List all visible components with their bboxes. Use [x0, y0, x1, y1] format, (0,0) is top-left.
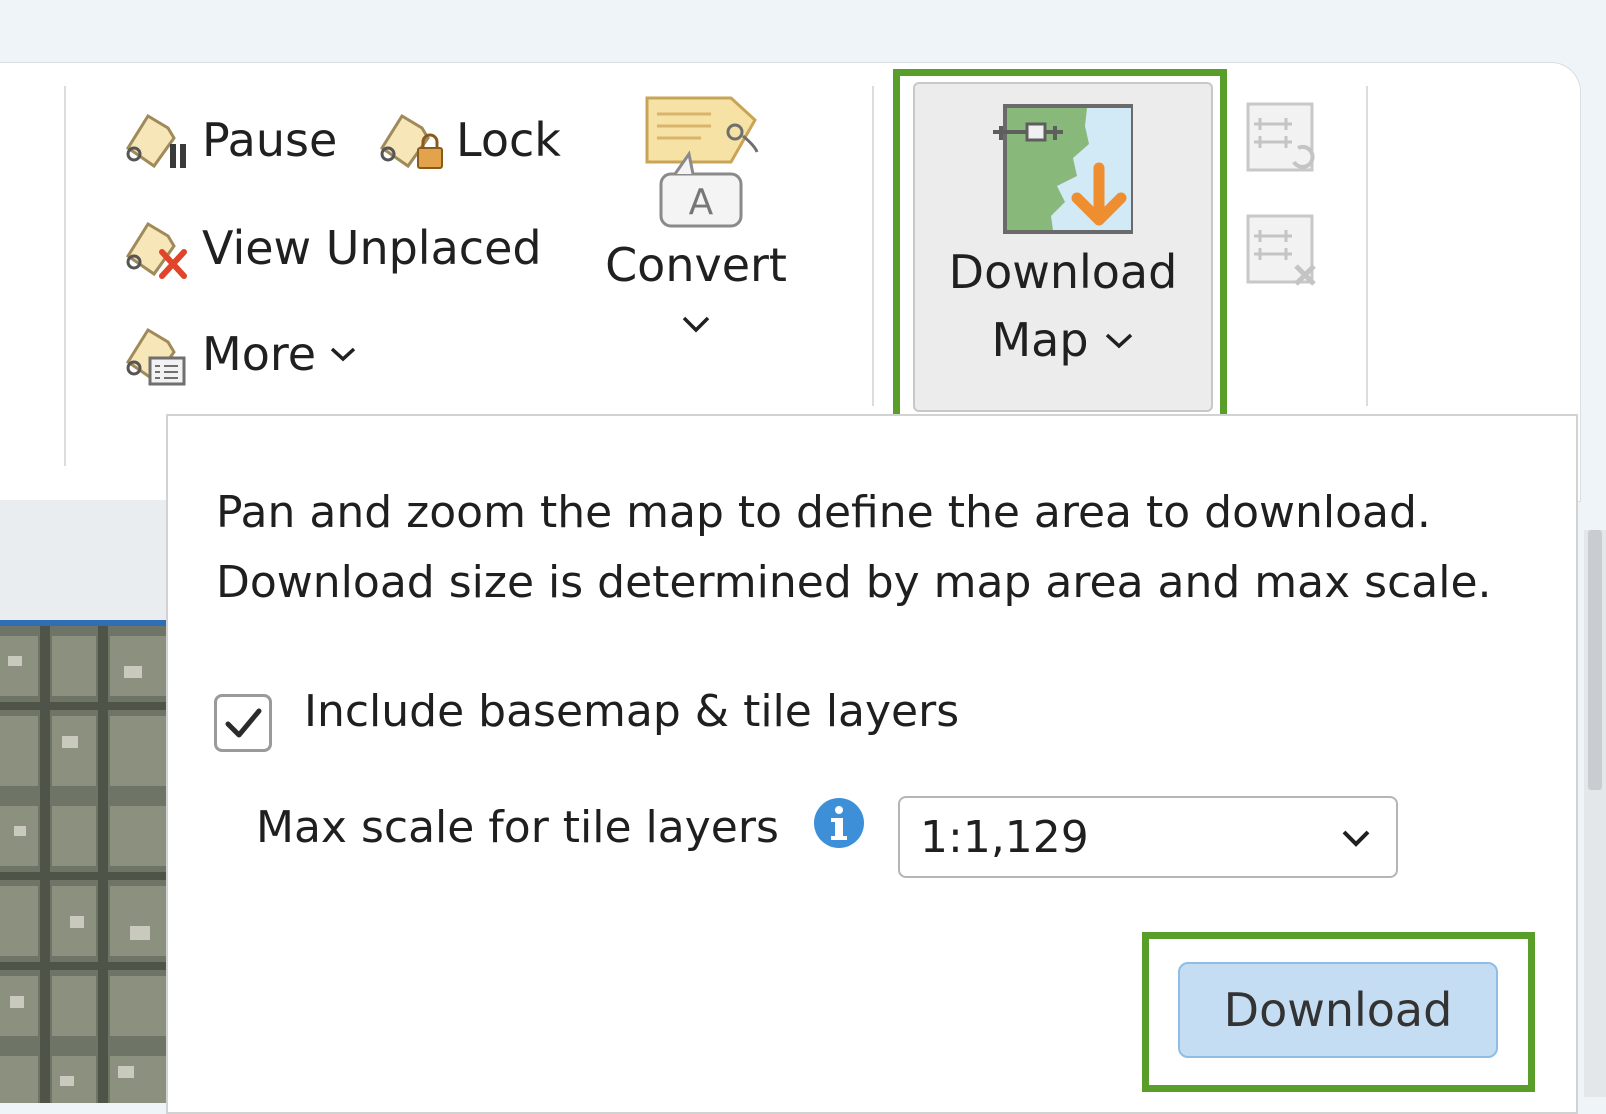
- pause-labeling-button[interactable]: Pause: [120, 108, 337, 172]
- remove-offline-map-icon[interactable]: [1244, 212, 1320, 288]
- download-map-popup: Pan and zoom the map to define the area …: [166, 414, 1578, 1114]
- pause-label: Pause: [202, 113, 338, 167]
- download-map-label-line2: Map: [991, 313, 1089, 367]
- chevron-down-icon: [1342, 830, 1370, 847]
- checkmark-icon: [225, 708, 262, 738]
- view-unplaced-button[interactable]: View Unplaced: [120, 216, 542, 280]
- scrollbar-thumb[interactable]: [1588, 530, 1602, 790]
- popup-description: Pan and zoom the map to define the area …: [216, 478, 1492, 618]
- download-map-label-row: Map: [991, 306, 1134, 374]
- include-basemap-checkbox[interactable]: [214, 694, 272, 752]
- convert-label: Convert: [605, 238, 787, 292]
- convert-button[interactable]: A Convert: [605, 92, 787, 336]
- label-pause-icon: [125, 113, 186, 169]
- download-map-button[interactable]: Download Map: [913, 82, 1213, 412]
- description-line-1: Pan and zoom the map to define the area …: [216, 487, 1431, 538]
- chevron-down-icon: [682, 316, 710, 333]
- max-scale-dropdown[interactable]: 1:1,129: [898, 796, 1398, 878]
- download-button[interactable]: Download: [1178, 962, 1498, 1058]
- aerial-imagery: [0, 626, 170, 1103]
- chevron-down-icon: [1105, 333, 1132, 349]
- info-icon[interactable]: [812, 796, 866, 850]
- sync-map-icon[interactable]: [1244, 100, 1320, 176]
- more-labeling-button[interactable]: More: [120, 322, 358, 386]
- label-unplaced-icon: [125, 221, 187, 279]
- include-basemap-label: Include basemap & tile layers: [304, 686, 960, 737]
- max-scale-value: 1:1,129: [920, 811, 1089, 863]
- label-more-icon: [125, 327, 186, 386]
- group-separator: [1366, 86, 1368, 406]
- chevron-down-icon: [330, 347, 356, 362]
- download-map-label-line1: Download: [948, 245, 1178, 299]
- download-map-icon: [993, 104, 1133, 234]
- group-separator: [64, 86, 66, 466]
- more-label: More: [202, 327, 317, 381]
- label-lock-icon: [379, 113, 443, 169]
- description-line-2: Download size is determined by map area …: [216, 557, 1492, 608]
- lock-labeling-button[interactable]: Lock: [374, 108, 561, 172]
- svg-text:A: A: [689, 182, 714, 223]
- group-separator: [872, 86, 874, 406]
- map-view[interactable]: [0, 620, 170, 1103]
- convert-label-icon: A: [645, 96, 759, 228]
- view-unplaced-label: View Unplaced: [202, 221, 542, 275]
- lock-label: Lock: [456, 113, 561, 167]
- max-scale-label: Max scale for tile layers: [256, 802, 779, 853]
